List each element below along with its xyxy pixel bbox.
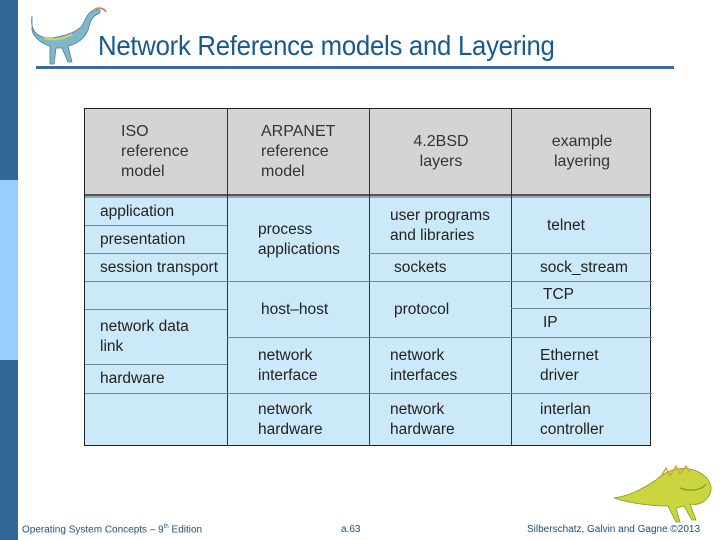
header-arpanet: ARPANET reference model xyxy=(261,119,381,185)
bsd-cell: user programs and libraries xyxy=(390,206,490,244)
header-bsd-line2: layers xyxy=(419,153,463,170)
header-bsd: 4.2BSD layers xyxy=(370,119,512,185)
header-example-line1: example xyxy=(551,133,613,150)
arpanet-cell: process applications xyxy=(258,220,340,258)
column-divider xyxy=(369,109,370,445)
footer-copyright: Silberschatz, Galvin and Gagne ©2013 xyxy=(527,524,701,535)
header-example: example layering xyxy=(512,119,652,185)
iso-cell: network data link xyxy=(100,318,189,355)
arpanet-cell: network hardware xyxy=(258,401,323,438)
header-iso: ISO reference model xyxy=(121,119,221,185)
iso-cell: hardware xyxy=(100,370,165,387)
column-divider xyxy=(511,109,512,445)
bsd-cell: network hardware xyxy=(390,401,455,438)
sidebar-band-top xyxy=(0,0,18,180)
example-cell: sock_stream xyxy=(540,258,628,276)
iso-cell: application xyxy=(100,202,175,220)
sidebar-band-bottom xyxy=(0,360,18,540)
header-arpanet-line1: ARPANET xyxy=(261,123,336,140)
header-iso-line3: model xyxy=(121,163,165,180)
arpanet-cell: host–host xyxy=(261,300,329,318)
column-divider xyxy=(227,109,228,445)
header-iso-line2: reference xyxy=(121,143,189,160)
iso-cell xyxy=(100,282,225,309)
example-cell: IP xyxy=(543,314,558,331)
header-arpanet-line2: reference xyxy=(261,143,329,160)
bsd-cell: sockets xyxy=(394,258,447,276)
footer-edition-suffix: Edition xyxy=(168,524,203,536)
iso-cell xyxy=(100,394,225,446)
iso-cell: presentation xyxy=(100,230,186,248)
header-arpanet-line3: model xyxy=(261,163,305,180)
slide-title: Network Reference models and Layering xyxy=(98,30,555,61)
footer-book-text: Operating System Concepts – 9 xyxy=(22,524,164,536)
header-bsd-line1: 4.2BSD xyxy=(413,133,469,150)
bsd-cell: network interfaces xyxy=(390,346,458,384)
header-iso-line1: ISO xyxy=(121,123,149,140)
example-cell: Ethernet driver xyxy=(540,346,599,384)
example-cell: interlan controller xyxy=(540,401,604,438)
example-cell: TCP xyxy=(543,286,574,303)
dinosaur-icon xyxy=(613,464,712,523)
iso-cell: session transport xyxy=(100,258,219,276)
title-underline xyxy=(36,66,674,69)
sidebar-band-middle xyxy=(0,180,18,360)
example-cell: telnet xyxy=(547,216,585,234)
header-example-line2: layering xyxy=(553,153,611,170)
bsd-cell: protocol xyxy=(394,300,450,318)
reference-models-table: ISO reference model ARPANET reference mo… xyxy=(84,108,652,446)
footer-book-title: Operating System Concepts – 9th Edition xyxy=(22,524,202,535)
arpanet-cell: network interface xyxy=(258,346,318,384)
footer-page-number: a.63 xyxy=(341,524,361,535)
